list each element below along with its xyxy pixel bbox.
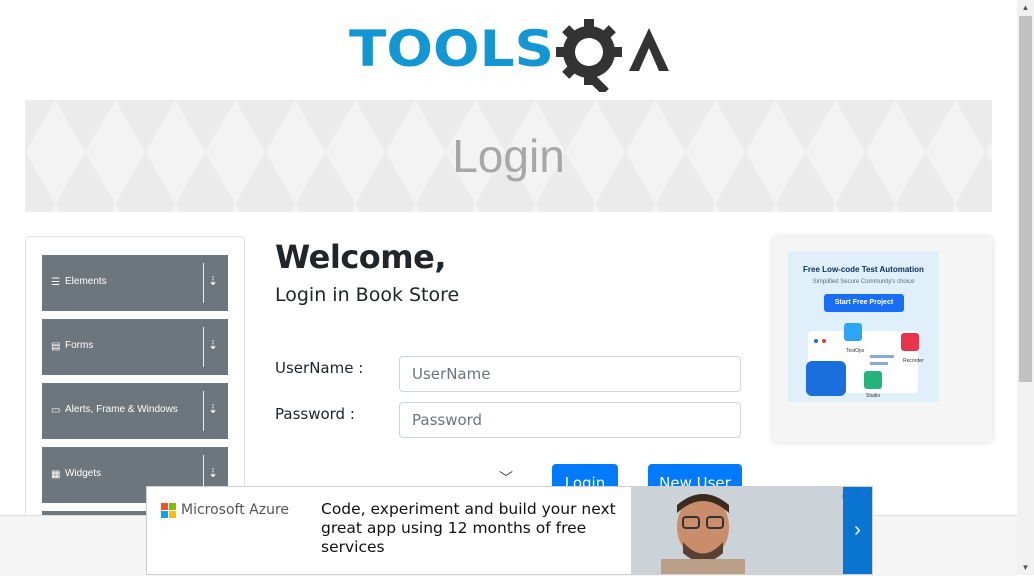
chevron-down-icon[interactable]: ﹀ <box>499 468 513 488</box>
sidebar-group-alerts[interactable]: ▭ Alerts, Frame & Windows ⇣ <box>42 383 228 439</box>
ad-text[interactable]: Code, experiment and build your next gre… <box>321 500 621 557</box>
promo-illustration: TestOps Recorder Studio <box>806 323 924 399</box>
azure-ad-banner[interactable]: Microsoft Azure Code, experiment and bui… <box>146 486 873 575</box>
divider <box>203 391 204 431</box>
ad-brand: Microsoft Azure <box>181 502 290 518</box>
expand-icon[interactable]: ⇣ <box>208 466 218 480</box>
expand-icon[interactable]: ⇣ <box>208 402 218 416</box>
list-icon: ☰ <box>51 277 60 288</box>
sidebar-group-elements[interactable]: ☰ Elements ⇣ <box>42 255 228 311</box>
scroll-down-icon[interactable]: ▼ <box>1017 560 1034 575</box>
welcome-heading: Welcome, <box>275 238 446 276</box>
sidebar-group-label: Widgets <box>65 468 102 479</box>
username-input[interactable] <box>399 356 741 392</box>
promo-label-studio: Studio <box>866 393 880 399</box>
password-input[interactable] <box>399 402 741 438</box>
username-label: UserName : <box>275 359 364 377</box>
ad-close-icon[interactable]: ✕ <box>858 487 869 503</box>
expand-icon[interactable]: ⇣ <box>208 274 218 288</box>
sidebar-group-label: Forms <box>65 340 94 351</box>
ad-info-icon[interactable]: ⓘ <box>842 488 854 505</box>
form-icon: ▤ <box>51 341 61 352</box>
toolsqa-logo-graphic: TOOLS <box>349 19 669 96</box>
grid-icon: ▦ <box>51 469 61 480</box>
toolsqa-logo[interactable]: TOOLS <box>349 16 671 96</box>
promo-ad[interactable]: Free Low-code Test Automation Simplified… <box>773 237 992 442</box>
password-label: Password : <box>275 405 355 423</box>
ad-photo <box>631 487 843 574</box>
person-photo-icon <box>631 487 843 574</box>
promo-card[interactable]: Free Low-code Test Automation Simplified… <box>788 251 939 402</box>
login-subheading: Login in Book Store <box>275 284 460 306</box>
expand-icon[interactable]: ⇣ <box>208 338 218 352</box>
divider <box>203 263 204 303</box>
divider <box>203 327 204 367</box>
page-banner: Login <box>25 100 992 212</box>
window-icon: ▭ <box>51 405 61 416</box>
sidebar-group-forms[interactable]: ▤ Forms ⇣ <box>42 319 228 375</box>
promo-label-testops: TestOps <box>846 348 865 354</box>
sidebar-group-label: Elements <box>65 276 107 287</box>
page-title: Login <box>452 130 565 182</box>
scrollbar-thumb[interactable] <box>1019 16 1032 382</box>
microsoft-logo-icon <box>161 503 177 519</box>
page-scrollbar[interactable]: ▲ ▼ <box>1017 0 1034 575</box>
svg-text:TOOLS: TOOLS <box>349 20 554 78</box>
scroll-up-icon[interactable]: ▲ <box>1017 0 1034 15</box>
promo-label-recorder: Recorder <box>903 358 924 364</box>
sidebar-group-label: Alerts, Frame & Windows <box>65 404 178 415</box>
